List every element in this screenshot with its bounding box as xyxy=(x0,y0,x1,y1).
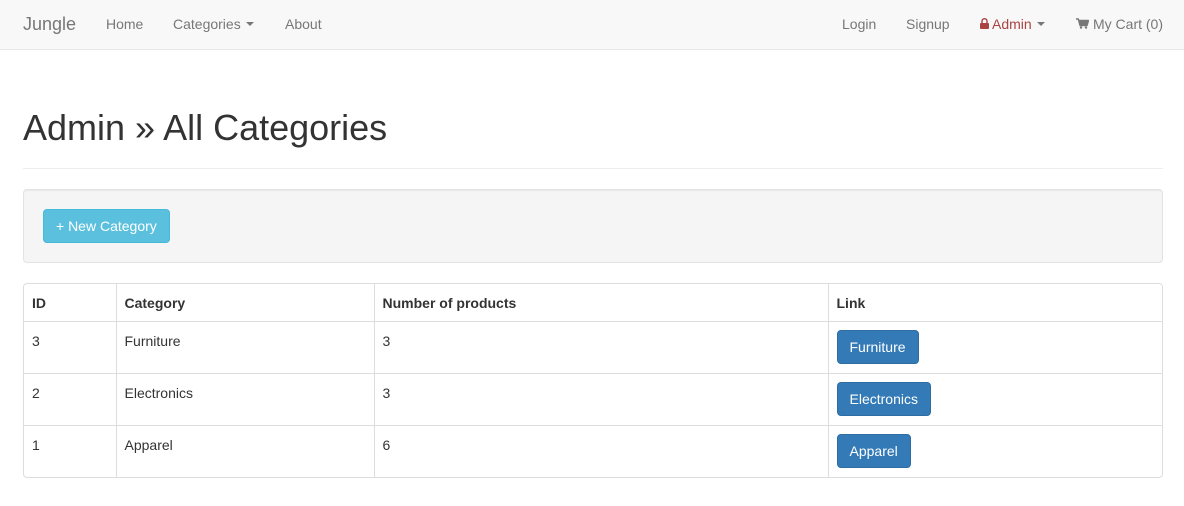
table-row: 3 Furniture 3 Furniture xyxy=(24,321,1162,373)
nav-categories-label: Categories xyxy=(173,16,241,32)
categories-table: ID Category Number of products Link 3 Fu… xyxy=(23,283,1163,478)
navbar: Jungle Home Categories About Login Signu… xyxy=(0,0,1184,50)
category-link-button[interactable]: Apparel xyxy=(836,433,911,468)
caret-down-icon xyxy=(245,22,254,27)
nav-cart-label: My Cart (0) xyxy=(1093,16,1163,32)
table-header-row: ID Category Number of products Link xyxy=(24,284,1162,322)
nav-categories-dropdown[interactable]: Categories xyxy=(173,0,254,49)
brand-link[interactable]: Jungle xyxy=(23,0,76,49)
page-title: Admin » All Categories xyxy=(23,107,388,148)
title-divider xyxy=(23,168,1163,169)
header-link: Link xyxy=(828,284,1162,322)
table-row: 1 Apparel 6 Apparel xyxy=(24,424,1162,477)
table-row: 2 Electronics 3 Electronics xyxy=(24,372,1162,425)
nav-about[interactable]: About xyxy=(285,0,322,49)
nav-admin-label: Admin xyxy=(992,16,1032,32)
nav-cart[interactable]: My Cart (0) xyxy=(1076,0,1163,49)
nav-signup-label: Signup xyxy=(906,16,950,32)
cell-id: 2 xyxy=(24,372,117,425)
cell-category: Furniture xyxy=(116,321,375,373)
shopping-cart-icon xyxy=(1076,18,1089,29)
nav-login-label: Login xyxy=(842,16,877,32)
cell-id: 1 xyxy=(24,424,117,477)
cell-link: Apparel xyxy=(828,424,1162,477)
cell-link: Electronics xyxy=(828,372,1162,425)
nav-about-label: About xyxy=(285,16,322,32)
lock-icon xyxy=(980,17,989,29)
cell-link: Furniture xyxy=(828,321,1162,373)
cell-category: Apparel xyxy=(116,424,375,477)
cell-count: 3 xyxy=(374,321,829,373)
new-category-button[interactable]: + New Category xyxy=(43,209,170,243)
nav-login[interactable]: Login xyxy=(842,0,876,49)
header-number-of-products: Number of products xyxy=(374,284,829,322)
cell-count: 6 xyxy=(374,424,829,477)
cell-id: 3 xyxy=(24,321,117,373)
nav-admin-dropdown[interactable]: Admin xyxy=(980,0,1045,49)
actions-well: + New Category xyxy=(23,189,1163,263)
cell-category: Electronics xyxy=(116,372,375,425)
category-link-button[interactable]: Furniture xyxy=(836,329,919,364)
cell-count: 3 xyxy=(374,372,829,425)
nav-home-label: Home xyxy=(106,16,144,32)
nav-signup[interactable]: Signup xyxy=(906,0,950,49)
header-category: Category xyxy=(116,284,375,322)
category-link-button[interactable]: Electronics xyxy=(836,381,931,416)
caret-down-icon xyxy=(1036,22,1045,27)
nav-home[interactable]: Home xyxy=(106,0,143,49)
header-id: ID xyxy=(24,284,117,322)
